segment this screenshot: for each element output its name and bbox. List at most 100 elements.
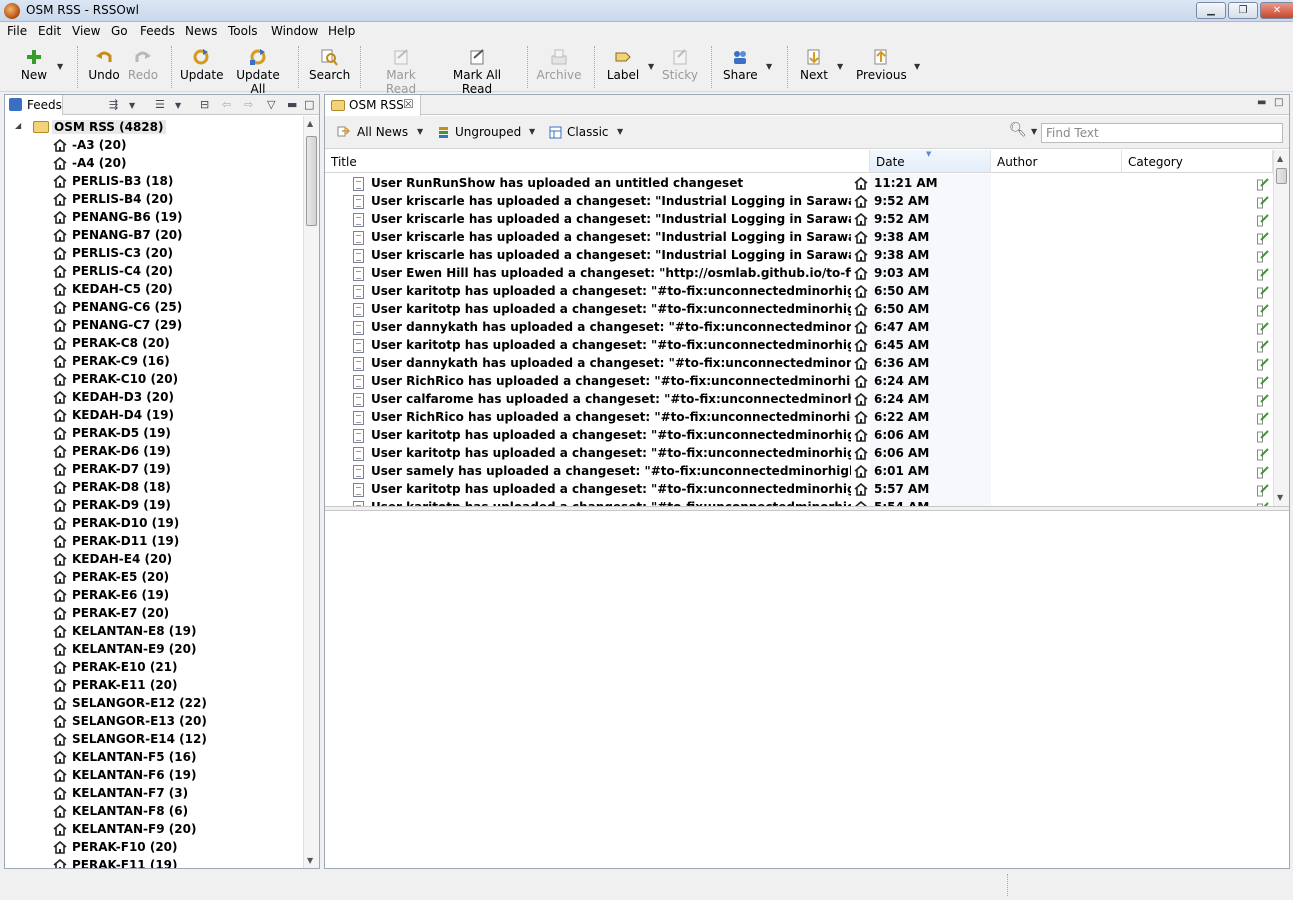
next-button[interactable]: Next [799, 48, 829, 82]
close-tab-icon[interactable]: ☒ [403, 97, 414, 111]
menu-news[interactable]: News [185, 24, 217, 38]
previous-button[interactable]: Previous [856, 48, 907, 82]
sticky-button[interactable]: Sticky [662, 48, 698, 82]
news-row[interactable]: User samely has uploaded a changeset: "#… [325, 463, 1273, 481]
search-icon[interactable]: 🔍︎ [1009, 122, 1027, 138]
collapse-all-icon[interactable]: ⊟ [200, 98, 209, 111]
feed-item[interactable]: SELANGOR-E14 (12) [53, 731, 303, 749]
sticky-pin-icon[interactable] [1257, 195, 1269, 209]
feed-item[interactable]: KEDAH-D3 (20) [53, 389, 303, 407]
sticky-pin-icon[interactable] [1257, 267, 1269, 281]
feed-item[interactable]: PERLIS-C4 (20) [53, 263, 303, 281]
organize-dropdown-icon[interactable]: ▼ [175, 101, 181, 110]
feed-item[interactable]: KEDAH-C5 (20) [53, 281, 303, 299]
sticky-pin-icon[interactable] [1257, 213, 1269, 227]
feed-item[interactable]: PERAK-F10 (20) [53, 839, 303, 857]
menu-window[interactable]: Window [271, 24, 318, 38]
share-button[interactable]: Share [723, 48, 758, 82]
next-dropdown-icon[interactable]: ▼ [837, 62, 843, 71]
layout-classic[interactable]: Classic [567, 125, 609, 139]
feed-item[interactable]: PERAK-D9 (19) [53, 497, 303, 515]
sticky-pin-icon[interactable] [1257, 177, 1269, 191]
scroll-thumb[interactable] [306, 136, 317, 226]
feed-item[interactable]: PENANG-C7 (29) [53, 317, 303, 335]
news-row[interactable]: User dannykath has uploaded a changeset:… [325, 319, 1273, 337]
feed-item[interactable]: PERLIS-C3 (20) [53, 245, 303, 263]
share-dropdown-icon[interactable]: ▼ [766, 62, 772, 71]
news-row[interactable]: User kriscarle has uploaded a changeset:… [325, 229, 1273, 247]
find-dropdown-icon[interactable]: ▼ [1031, 127, 1037, 136]
mark-read-button[interactable]: Mark Read [371, 48, 431, 96]
sticky-pin-icon[interactable] [1257, 393, 1269, 407]
label-button[interactable]: Label [606, 48, 640, 82]
feed-item[interactable]: PERAK-D11 (19) [53, 533, 303, 551]
filter-dropdown-icon[interactable]: ▼ [417, 127, 423, 136]
update-button[interactable]: Update [180, 48, 223, 82]
scroll-down-icon[interactable]: ▼ [307, 856, 313, 865]
scroll-down-icon[interactable]: ▼ [1277, 493, 1283, 502]
news-row[interactable]: User karitotp has uploaded a changeset: … [325, 445, 1273, 463]
column-date[interactable]: ▼ Date [870, 150, 991, 173]
grouping-dropdown-icon[interactable]: ▼ [529, 127, 535, 136]
sticky-pin-icon[interactable] [1257, 465, 1269, 479]
sticky-pin-icon[interactable] [1257, 231, 1269, 245]
sticky-pin-icon[interactable] [1257, 339, 1269, 353]
redo-button[interactable]: Redo [127, 48, 159, 82]
undo-button[interactable]: Undo [88, 48, 120, 82]
feed-item[interactable]: PERAK-E5 (20) [53, 569, 303, 587]
maximize-view-icon[interactable]: □ [1274, 97, 1283, 108]
feed-item[interactable]: KELANTAN-F6 (19) [53, 767, 303, 785]
collapse-triangle-icon[interactable]: ◢ [15, 121, 21, 130]
view-menu-icon[interactable]: ▽ [267, 98, 275, 111]
menu-view[interactable]: View [72, 24, 100, 38]
feed-item[interactable]: PERAK-E7 (20) [53, 605, 303, 623]
news-row[interactable]: User RunRunShow has uploaded an untitled… [325, 175, 1273, 193]
new-dropdown-icon[interactable]: ▼ [57, 62, 63, 71]
feed-item[interactable]: PERAK-F11 (19) [53, 857, 303, 868]
sticky-pin-icon[interactable] [1257, 303, 1269, 317]
menu-edit[interactable]: Edit [38, 24, 61, 38]
minimize-view-icon[interactable]: ▬ [1257, 97, 1266, 108]
archive-button[interactable]: Archive [536, 48, 582, 82]
sticky-pin-icon[interactable] [1257, 285, 1269, 299]
feed-item[interactable]: PENANG-C6 (25) [53, 299, 303, 317]
maximize-button[interactable]: ❐ [1228, 2, 1258, 19]
feed-item[interactable]: -A3 (20) [53, 137, 303, 155]
news-row[interactable]: User RichRico has uploaded a changeset: … [325, 373, 1273, 391]
news-row[interactable]: User karitotp has uploaded a changeset: … [325, 337, 1273, 355]
label-dropdown-icon[interactable]: ▼ [648, 62, 654, 71]
feed-item[interactable]: SELANGOR-E12 (22) [53, 695, 303, 713]
previous-dropdown-icon[interactable]: ▼ [914, 62, 920, 71]
feed-item[interactable]: PERAK-D10 (19) [53, 515, 303, 533]
column-author[interactable]: Author [991, 150, 1122, 173]
news-row[interactable]: User calfarome has uploaded a changeset:… [325, 391, 1273, 409]
forward-icon[interactable]: ⇨ [244, 98, 253, 111]
sticky-pin-icon[interactable] [1257, 483, 1269, 497]
link-with-editor-icon[interactable]: ⇶ [109, 98, 118, 111]
feed-item[interactable]: PERLIS-B4 (20) [53, 191, 303, 209]
menu-feeds[interactable]: Feeds [140, 24, 175, 38]
feed-item[interactable]: PERAK-C10 (20) [53, 371, 303, 389]
news-row[interactable]: User karitotp has uploaded a changeset: … [325, 499, 1273, 506]
news-row[interactable]: User kriscarle has uploaded a changeset:… [325, 211, 1273, 229]
organize-icon[interactable]: ☰ [155, 98, 165, 111]
sticky-pin-icon[interactable] [1257, 447, 1269, 461]
menu-file[interactable]: File [7, 24, 27, 38]
filter-all-news[interactable]: All News [357, 125, 408, 139]
news-row[interactable]: User karitotp has uploaded a changeset: … [325, 283, 1273, 301]
sticky-pin-icon[interactable] [1257, 249, 1269, 263]
feed-item[interactable]: PERAK-E11 (20) [53, 677, 303, 695]
mark-all-read-button[interactable]: Mark All Read [438, 48, 516, 96]
feed-item[interactable]: PERAK-D6 (19) [53, 443, 303, 461]
news-row[interactable]: User RichRico has uploaded a changeset: … [325, 409, 1273, 427]
close-button[interactable]: ✕ [1260, 2, 1293, 19]
news-row[interactable]: User karitotp has uploaded a changeset: … [325, 427, 1273, 445]
sticky-pin-icon[interactable] [1257, 321, 1269, 335]
sticky-pin-icon[interactable] [1257, 429, 1269, 443]
preview-splitter[interactable] [325, 506, 1289, 511]
scroll-thumb[interactable] [1276, 168, 1287, 184]
grouping-ungrouped[interactable]: Ungrouped [455, 125, 521, 139]
sticky-pin-icon[interactable] [1257, 375, 1269, 389]
minimize-button[interactable]: ▁ [1196, 2, 1226, 19]
news-row[interactable]: User kriscarle has uploaded a changeset:… [325, 193, 1273, 211]
